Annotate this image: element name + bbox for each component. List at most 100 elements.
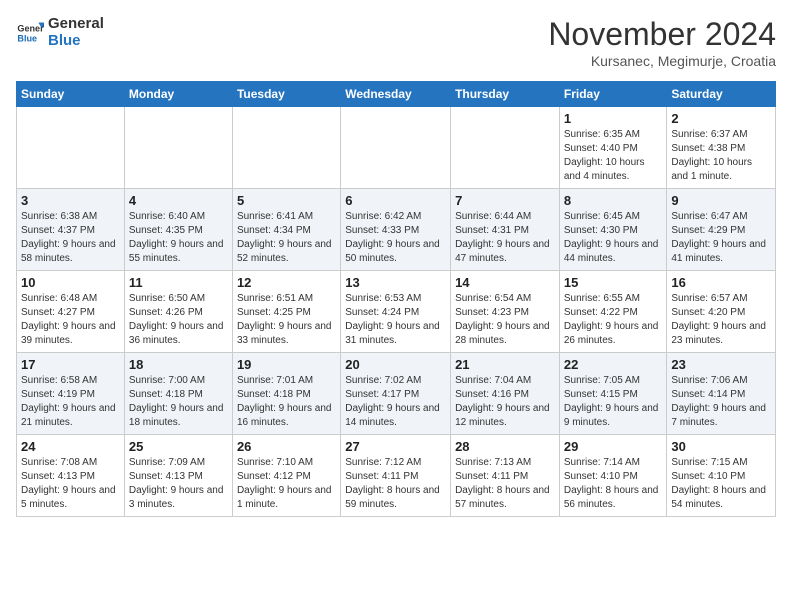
- day-info: Sunrise: 6:45 AM Sunset: 4:30 PM Dayligh…: [564, 210, 663, 266]
- svg-text:Blue: Blue: [17, 33, 37, 43]
- calendar-cell: [124, 107, 232, 189]
- day-number: 27: [345, 439, 446, 454]
- day-info: Sunrise: 6:58 AM Sunset: 4:19 PM Dayligh…: [21, 374, 120, 430]
- day-number: 21: [455, 357, 555, 372]
- day-number: 12: [237, 275, 336, 290]
- calendar-week-2: 3 Sunrise: 6:38 AM Sunset: 4:37 PM Daylig…: [17, 189, 776, 271]
- day-info: Sunrise: 7:14 AM Sunset: 4:10 PM Dayligh…: [564, 456, 663, 512]
- day-info: Sunrise: 6:54 AM Sunset: 4:23 PM Dayligh…: [455, 292, 555, 348]
- calendar-cell: 19 Sunrise: 7:01 AM Sunset: 4:18 PM Dayli…: [232, 353, 340, 435]
- day-number: 13: [345, 275, 446, 290]
- calendar-cell: 28 Sunrise: 7:13 AM Sunset: 4:11 PM Dayli…: [451, 435, 560, 517]
- calendar-cell: 6 Sunrise: 6:42 AM Sunset: 4:33 PM Daylig…: [341, 189, 451, 271]
- day-info: Sunrise: 6:55 AM Sunset: 4:22 PM Dayligh…: [564, 292, 663, 348]
- weekday-header-row: SundayMondayTuesdayWednesdayThursdayFrid…: [17, 82, 776, 107]
- weekday-header-monday: Monday: [124, 82, 232, 107]
- day-number: 3: [21, 193, 120, 208]
- day-number: 11: [129, 275, 228, 290]
- day-number: 6: [345, 193, 446, 208]
- calendar-cell: 8Sunrise: 6:45 AM Sunset: 4:30 PM Daylig…: [559, 189, 667, 271]
- calendar-cell: [17, 107, 125, 189]
- logo-icon: General Blue: [16, 19, 44, 47]
- day-info: Sunrise: 6:35 AM Sunset: 4:40 PM Dayligh…: [564, 128, 663, 184]
- day-info: Sunrise: 7:02 AM Sunset: 4:17 PM Dayligh…: [345, 374, 446, 430]
- month-title: November 2024: [548, 16, 776, 53]
- weekday-header-saturday: Saturday: [667, 82, 776, 107]
- day-number: 14: [455, 275, 555, 290]
- calendar-cell: 29 Sunrise: 7:14 AM Sunset: 4:10 PM Dayli…: [559, 435, 667, 517]
- calendar-cell: [232, 107, 340, 189]
- calendar-cell: 7Sunrise: 6:44 AM Sunset: 4:31 PM Daylig…: [451, 189, 560, 271]
- day-number: 10: [21, 275, 120, 290]
- weekday-header-friday: Friday: [559, 82, 667, 107]
- day-info: Sunrise: 6:41 AM Sunset: 4:34 PM Dayligh…: [237, 210, 336, 266]
- day-info: Sunrise: 6:38 AM Sunset: 4:37 PM Dayligh…: [21, 210, 120, 266]
- calendar-cell: 23Sunrise: 7:06 AM Sunset: 4:14 PM Dayli…: [667, 353, 776, 435]
- calendar-cell: 2 Sunrise: 6:37 AM Sunset: 4:38 PM Daylig…: [667, 107, 776, 189]
- day-info: Sunrise: 7:12 AM Sunset: 4:11 PM Dayligh…: [345, 456, 446, 512]
- calendar-cell: 14 Sunrise: 6:54 AM Sunset: 4:23 PM Dayli…: [451, 271, 560, 353]
- day-number: 22: [564, 357, 663, 372]
- calendar-cell: 12 Sunrise: 6:51 AM Sunset: 4:25 PM Dayli…: [232, 271, 340, 353]
- day-info: Sunrise: 7:09 AM Sunset: 4:13 PM Dayligh…: [129, 456, 228, 512]
- calendar-cell: 5 Sunrise: 6:41 AM Sunset: 4:34 PM Daylig…: [232, 189, 340, 271]
- header: General Blue General Blue November 2024 …: [16, 16, 776, 69]
- day-info: Sunrise: 7:08 AM Sunset: 4:13 PM Dayligh…: [21, 456, 120, 512]
- day-number: 26: [237, 439, 336, 454]
- day-info: Sunrise: 7:15 AM Sunset: 4:10 PM Dayligh…: [671, 456, 771, 512]
- day-number: 30: [671, 439, 771, 454]
- calendar-cell: 9 Sunrise: 6:47 AM Sunset: 4:29 PM Daylig…: [667, 189, 776, 271]
- weekday-header-thursday: Thursday: [451, 82, 560, 107]
- calendar-cell: 3 Sunrise: 6:38 AM Sunset: 4:37 PM Daylig…: [17, 189, 125, 271]
- day-info: Sunrise: 6:57 AM Sunset: 4:20 PM Dayligh…: [671, 292, 771, 348]
- day-number: 15: [564, 275, 663, 290]
- calendar-table: SundayMondayTuesdayWednesdayThursdayFrid…: [16, 81, 776, 517]
- day-number: 29: [564, 439, 663, 454]
- day-number: 19: [237, 357, 336, 372]
- calendar-cell: 11 Sunrise: 6:50 AM Sunset: 4:26 PM Dayli…: [124, 271, 232, 353]
- calendar-week-1: 1 Sunrise: 6:35 AM Sunset: 4:40 PM Daylig…: [17, 107, 776, 189]
- day-info: Sunrise: 7:13 AM Sunset: 4:11 PM Dayligh…: [455, 456, 555, 512]
- calendar-cell: 15 Sunrise: 6:55 AM Sunset: 4:22 PM Dayli…: [559, 271, 667, 353]
- day-info: Sunrise: 7:05 AM Sunset: 4:15 PM Dayligh…: [564, 374, 663, 430]
- day-number: 17: [21, 357, 120, 372]
- day-number: 7: [455, 193, 555, 208]
- day-number: 25: [129, 439, 228, 454]
- calendar-cell: 26 Sunrise: 7:10 AM Sunset: 4:12 PM Dayli…: [232, 435, 340, 517]
- calendar-week-3: 10 Sunrise: 6:48 AM Sunset: 4:27 PM Dayli…: [17, 271, 776, 353]
- day-number: 16: [671, 275, 771, 290]
- day-info: Sunrise: 6:42 AM Sunset: 4:33 PM Dayligh…: [345, 210, 446, 266]
- day-info: Sunrise: 7:06 AM Sunset: 4:14 PM Dayligh…: [671, 374, 771, 430]
- day-number: 20: [345, 357, 446, 372]
- calendar-week-4: 17 Sunrise: 6:58 AM Sunset: 4:19 PM Dayli…: [17, 353, 776, 435]
- day-number: 5: [237, 193, 336, 208]
- calendar-week-5: 24Sunrise: 7:08 AM Sunset: 4:13 PM Dayli…: [17, 435, 776, 517]
- day-info: Sunrise: 6:51 AM Sunset: 4:25 PM Dayligh…: [237, 292, 336, 348]
- calendar-cell: 13Sunrise: 6:53 AM Sunset: 4:24 PM Dayli…: [341, 271, 451, 353]
- logo-line2: Blue: [48, 33, 104, 50]
- day-number: 1: [564, 111, 663, 126]
- calendar-cell: 17 Sunrise: 6:58 AM Sunset: 4:19 PM Dayli…: [17, 353, 125, 435]
- calendar-cell: 16 Sunrise: 6:57 AM Sunset: 4:20 PM Dayli…: [667, 271, 776, 353]
- day-number: 28: [455, 439, 555, 454]
- calendar-cell: 30 Sunrise: 7:15 AM Sunset: 4:10 PM Dayli…: [667, 435, 776, 517]
- day-info: Sunrise: 6:47 AM Sunset: 4:29 PM Dayligh…: [671, 210, 771, 266]
- day-info: Sunrise: 7:00 AM Sunset: 4:18 PM Dayligh…: [129, 374, 228, 430]
- day-number: 4: [129, 193, 228, 208]
- day-info: Sunrise: 6:50 AM Sunset: 4:26 PM Dayligh…: [129, 292, 228, 348]
- calendar-cell: 27 Sunrise: 7:12 AM Sunset: 4:11 PM Dayli…: [341, 435, 451, 517]
- day-info: Sunrise: 7:10 AM Sunset: 4:12 PM Dayligh…: [237, 456, 336, 512]
- day-info: Sunrise: 6:40 AM Sunset: 4:35 PM Dayligh…: [129, 210, 228, 266]
- day-info: Sunrise: 6:37 AM Sunset: 4:38 PM Dayligh…: [671, 128, 771, 184]
- day-info: Sunrise: 7:01 AM Sunset: 4:18 PM Dayligh…: [237, 374, 336, 430]
- day-number: 2: [671, 111, 771, 126]
- day-number: 9: [671, 193, 771, 208]
- weekday-header-tuesday: Tuesday: [232, 82, 340, 107]
- calendar-cell: 25 Sunrise: 7:09 AM Sunset: 4:13 PM Dayli…: [124, 435, 232, 517]
- calendar-cell: 22 Sunrise: 7:05 AM Sunset: 4:15 PM Dayli…: [559, 353, 667, 435]
- calendar-cell: 21Sunrise: 7:04 AM Sunset: 4:16 PM Dayli…: [451, 353, 560, 435]
- day-info: Sunrise: 6:48 AM Sunset: 4:27 PM Dayligh…: [21, 292, 120, 348]
- calendar-cell: 24Sunrise: 7:08 AM Sunset: 4:13 PM Dayli…: [17, 435, 125, 517]
- day-number: 18: [129, 357, 228, 372]
- calendar-cell: 18 Sunrise: 7:00 AM Sunset: 4:18 PM Dayli…: [124, 353, 232, 435]
